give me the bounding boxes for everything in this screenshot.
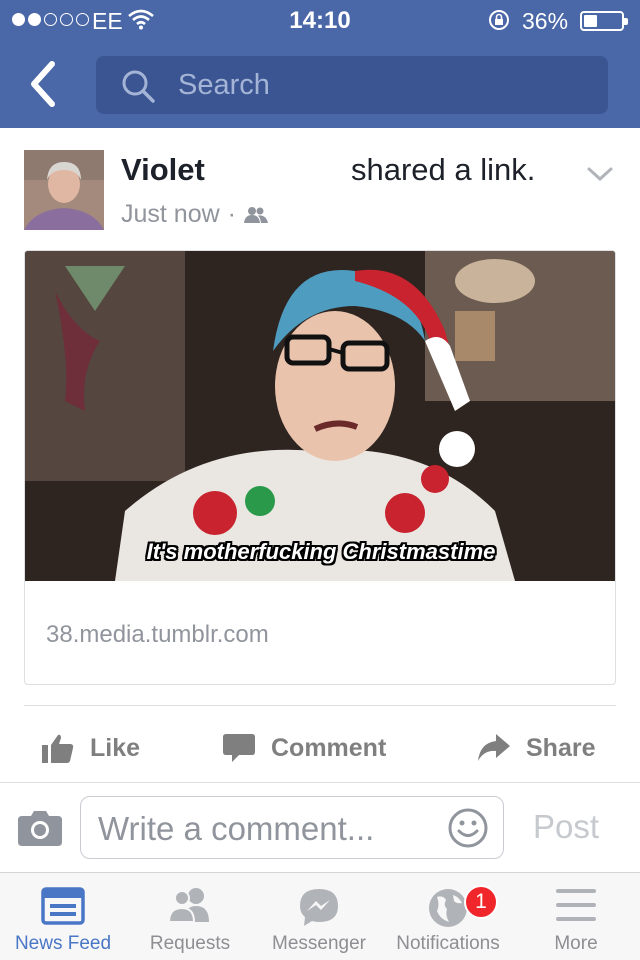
friends-icon xyxy=(244,206,268,223)
shared-gif[interactable]: It's motherfucking Christmastime xyxy=(25,251,615,581)
battery-percent: 36% xyxy=(522,8,569,34)
post-author[interactable]: Violet xyxy=(121,152,205,188)
tab-notifications[interactable]: 1 Notifications xyxy=(384,873,512,960)
like-button[interactable]: Like xyxy=(42,726,140,770)
avatar-image xyxy=(24,150,104,230)
share-label: Share xyxy=(526,733,596,762)
post-comment-button[interactable]: Post xyxy=(533,808,599,846)
tab-more[interactable]: More xyxy=(512,873,640,960)
divider xyxy=(0,782,640,783)
menu-icon xyxy=(556,889,596,921)
meta-separator: · xyxy=(227,200,236,228)
requests-icon xyxy=(167,888,209,923)
like-label: Like xyxy=(90,733,141,762)
comment-button[interactable]: Comment xyxy=(223,726,386,770)
link-preview-card[interactable]: It's motherfucking Christmastime 38.medi… xyxy=(24,250,616,685)
status-bar: EE 14:10 36% xyxy=(0,0,640,40)
share-button[interactable]: Share xyxy=(478,726,595,770)
gif-frame-image xyxy=(25,251,615,581)
post-meta: Just now · xyxy=(121,200,268,229)
share-icon xyxy=(478,734,510,761)
tab-news-feed[interactable]: News Feed xyxy=(0,873,126,960)
bottom-tab-bar: News Feed Requests Messenger 1 Notificat… xyxy=(0,872,640,960)
tab-label: More xyxy=(554,933,598,954)
comment-icon xyxy=(223,734,255,762)
notification-badge: 1 xyxy=(464,885,498,919)
news-feed-icon xyxy=(41,887,85,925)
tab-label: News Feed xyxy=(14,933,112,954)
globe-icon xyxy=(429,889,467,927)
link-domain: 38.media.tumblr.com xyxy=(46,621,269,648)
post-action-text: shared a link. xyxy=(351,152,536,187)
emoji-icon[interactable] xyxy=(447,807,489,849)
messenger-icon xyxy=(300,889,338,926)
divider xyxy=(24,705,616,706)
avatar[interactable] xyxy=(24,150,104,230)
tab-requests[interactable]: Requests xyxy=(126,873,254,960)
tab-label: Notifications xyxy=(396,933,500,954)
tab-messenger[interactable]: Messenger xyxy=(254,873,384,960)
back-chevron-icon[interactable] xyxy=(20,58,68,110)
search-bar[interactable]: Search xyxy=(96,56,608,114)
tab-label: Requests xyxy=(149,933,231,954)
comment-placeholder: Write a comment... xyxy=(98,810,375,847)
battery-icon xyxy=(580,11,628,31)
gif-caption: It's motherfucking Christmastime xyxy=(146,539,496,564)
search-placeholder: Search xyxy=(178,69,270,101)
post-timestamp[interactable]: Just now xyxy=(121,200,220,229)
comment-input[interactable]: Write a comment... xyxy=(80,796,504,859)
chevron-down-icon[interactable] xyxy=(586,164,614,184)
tab-label: Messenger xyxy=(272,933,366,954)
rotation-lock-icon xyxy=(489,10,509,30)
thumbs-up-icon xyxy=(42,734,74,763)
comment-label: Comment xyxy=(271,733,387,762)
top-bar: EE 14:10 36% Search xyxy=(0,0,640,128)
camera-icon[interactable] xyxy=(18,808,62,846)
search-icon xyxy=(122,70,155,103)
